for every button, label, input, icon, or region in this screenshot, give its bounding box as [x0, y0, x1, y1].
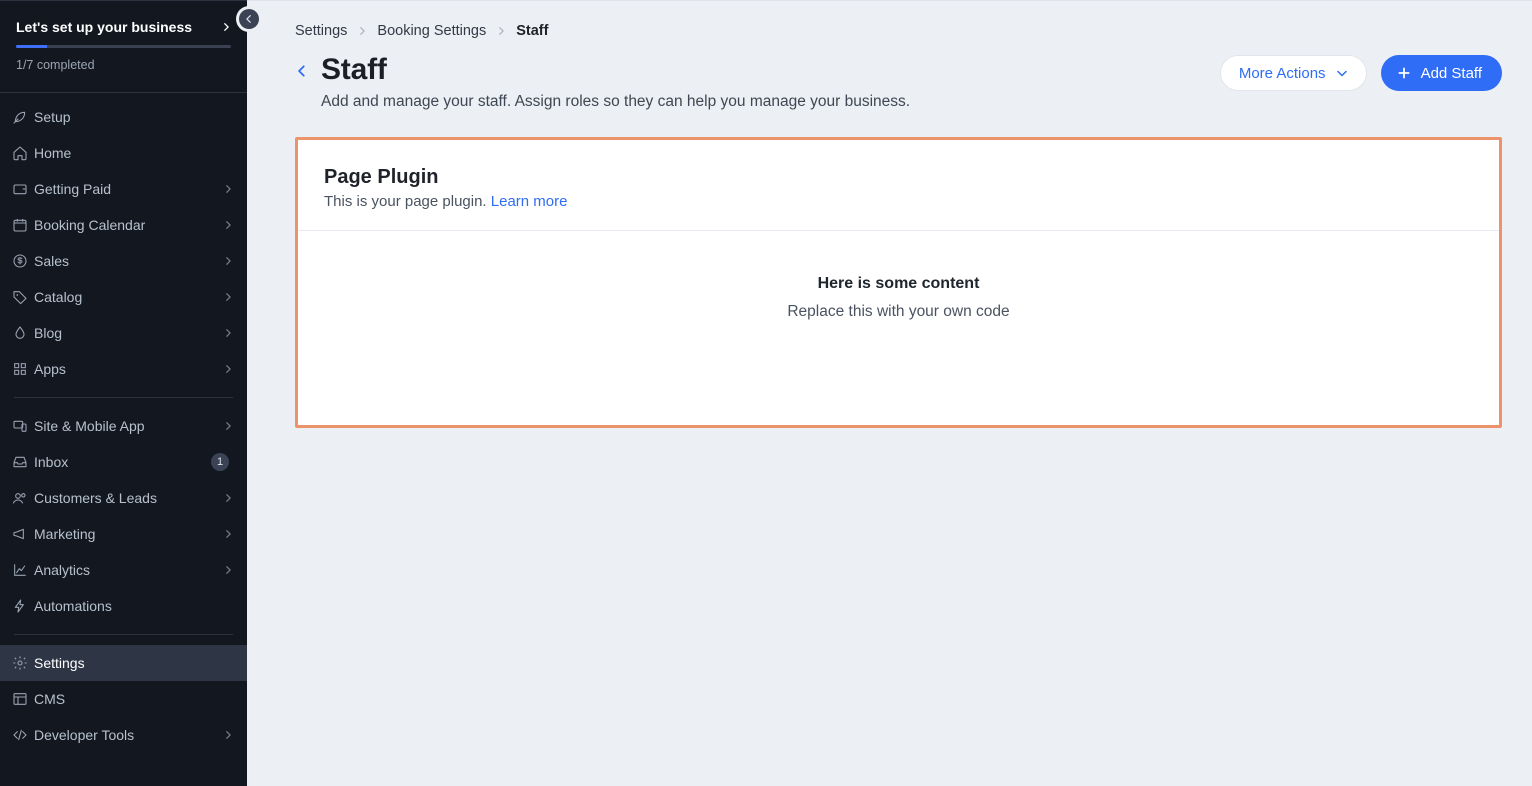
- breadcrumb: Settings Booking Settings Staff: [295, 23, 1502, 39]
- setup-progress-bar: [16, 45, 231, 48]
- sidebar-item-label: Getting Paid: [34, 181, 223, 197]
- code-icon: [12, 727, 34, 743]
- sidebar-item-label: Sales: [34, 253, 223, 269]
- sidebar-item-label: CMS: [34, 691, 233, 707]
- chevron-right-icon: [223, 184, 233, 194]
- breadcrumb-item-settings[interactable]: Settings: [295, 23, 347, 39]
- page-subtitle: Add and manage your staff. Assign roles …: [321, 93, 1220, 111]
- chevron-left-icon: [244, 14, 254, 24]
- plugin-subtitle: This is your page plugin. Learn more: [324, 193, 1473, 210]
- sidebar-item-label: Setup: [34, 109, 233, 125]
- sidebar-item-label: Inbox: [34, 454, 211, 470]
- main-content: Settings Booking Settings Staff Staff Ad…: [247, 0, 1532, 786]
- badge: 1: [211, 453, 229, 471]
- sidebar-item-catalog[interactable]: Catalog: [0, 279, 247, 315]
- sidebar-item-label: Marketing: [34, 526, 223, 542]
- sidebar-item-inbox[interactable]: Inbox1: [0, 444, 247, 480]
- sidebar-item-label: Catalog: [34, 289, 223, 305]
- sidebar-item-label: Automations: [34, 598, 233, 614]
- sidebar-item-settings[interactable]: Settings: [0, 645, 247, 681]
- breadcrumb-item-booking-settings[interactable]: Booking Settings: [377, 23, 486, 39]
- sidebar-item-label: Settings: [34, 655, 233, 671]
- wallet-icon: [12, 181, 34, 197]
- chevron-right-icon: [357, 26, 367, 36]
- plugin-title: Page Plugin: [324, 166, 1473, 189]
- chevron-right-icon: [223, 565, 233, 575]
- more-actions-button[interactable]: More Actions: [1220, 55, 1367, 91]
- sidebar-item-setup[interactable]: Setup: [0, 99, 247, 135]
- chevron-right-icon: [223, 220, 233, 230]
- drop-icon: [12, 325, 34, 341]
- grid-icon: [12, 361, 34, 377]
- sidebar-item-label: Blog: [34, 325, 223, 341]
- nav-divider: [14, 397, 233, 398]
- chevron-right-icon: [496, 26, 506, 36]
- dollar-icon: [12, 253, 34, 269]
- users-icon: [12, 490, 34, 506]
- sidebar-item-label: Booking Calendar: [34, 217, 223, 233]
- sidebar-item-marketing[interactable]: Marketing: [0, 516, 247, 552]
- back-button[interactable]: [295, 61, 309, 111]
- sidebar-item-site-mobile-app[interactable]: Site & Mobile App: [0, 408, 247, 444]
- sidebar-item-developer-tools[interactable]: Developer Tools: [0, 717, 247, 753]
- sidebar-collapse-button[interactable]: [239, 9, 259, 29]
- setup-completed-text: 1/7 completed: [16, 58, 231, 72]
- chevron-right-icon: [223, 292, 233, 302]
- sidebar-item-blog[interactable]: Blog: [0, 315, 247, 351]
- page-title: Staff: [321, 53, 1220, 87]
- plugin-content-text: Replace this with your own code: [298, 303, 1499, 321]
- rocket-icon: [12, 109, 34, 125]
- setup-banner-title: Let's set up your business: [16, 19, 192, 35]
- breadcrumb-item-current: Staff: [516, 23, 548, 39]
- sidebar: Let's set up your business 1/7 completed…: [0, 0, 247, 786]
- chevron-right-icon: [223, 730, 233, 740]
- layout-icon: [12, 691, 34, 707]
- sidebar-item-home[interactable]: Home: [0, 135, 247, 171]
- page-plugin-card: Page Plugin This is your page plugin. Le…: [295, 137, 1502, 428]
- gear-icon: [12, 655, 34, 671]
- sidebar-item-sales[interactable]: Sales: [0, 243, 247, 279]
- page-header: Staff Add and manage your staff. Assign …: [295, 53, 1502, 111]
- chevron-right-icon: [223, 493, 233, 503]
- sidebar-item-automations[interactable]: Automations: [0, 588, 247, 624]
- plugin-subtitle-text: This is your page plugin.: [324, 193, 491, 210]
- add-staff-label: Add Staff: [1421, 65, 1482, 82]
- sidebar-item-cms[interactable]: CMS: [0, 681, 247, 717]
- home-icon: [12, 145, 34, 161]
- learn-more-link[interactable]: Learn more: [491, 193, 568, 210]
- sidebar-item-label: Developer Tools: [34, 727, 223, 743]
- chevron-down-icon: [1336, 67, 1348, 79]
- add-staff-button[interactable]: Add Staff: [1381, 55, 1502, 91]
- plus-icon: [1397, 66, 1411, 80]
- chevron-right-icon: [223, 328, 233, 338]
- sidebar-item-customers-leads[interactable]: Customers & Leads: [0, 480, 247, 516]
- sidebar-item-apps[interactable]: Apps: [0, 351, 247, 387]
- chevron-right-icon: [223, 529, 233, 539]
- plugin-content-heading: Here is some content: [298, 275, 1499, 293]
- sidebar-item-label: Apps: [34, 361, 223, 377]
- chevron-right-icon: [223, 421, 233, 431]
- sidebar-item-label: Home: [34, 145, 233, 161]
- sidebar-nav: Setup Home Getting Paid Booking Calendar Sal…: [0, 92, 247, 753]
- setup-banner[interactable]: Let's set up your business 1/7 completed: [0, 1, 247, 86]
- inbox-icon: [12, 454, 34, 470]
- sidebar-item-analytics[interactable]: Analytics: [0, 552, 247, 588]
- sidebar-item-label: Customers & Leads: [34, 490, 223, 506]
- chevron-right-icon: [223, 256, 233, 266]
- devices-icon: [12, 418, 34, 434]
- chart-icon: [12, 562, 34, 578]
- sidebar-item-getting-paid[interactable]: Getting Paid: [0, 171, 247, 207]
- chevron-right-icon: [223, 364, 233, 374]
- nav-divider: [14, 634, 233, 635]
- sidebar-item-label: Analytics: [34, 562, 223, 578]
- sidebar-item-booking-calendar[interactable]: Booking Calendar: [0, 207, 247, 243]
- sidebar-item-label: Site & Mobile App: [34, 418, 223, 434]
- chevron-left-icon: [295, 61, 309, 81]
- more-actions-label: More Actions: [1239, 65, 1326, 82]
- calendar-icon: [12, 217, 34, 233]
- bolt-icon: [12, 598, 34, 614]
- megaphone-icon: [12, 526, 34, 542]
- chevron-right-icon: [221, 22, 231, 32]
- tag-icon: [12, 289, 34, 305]
